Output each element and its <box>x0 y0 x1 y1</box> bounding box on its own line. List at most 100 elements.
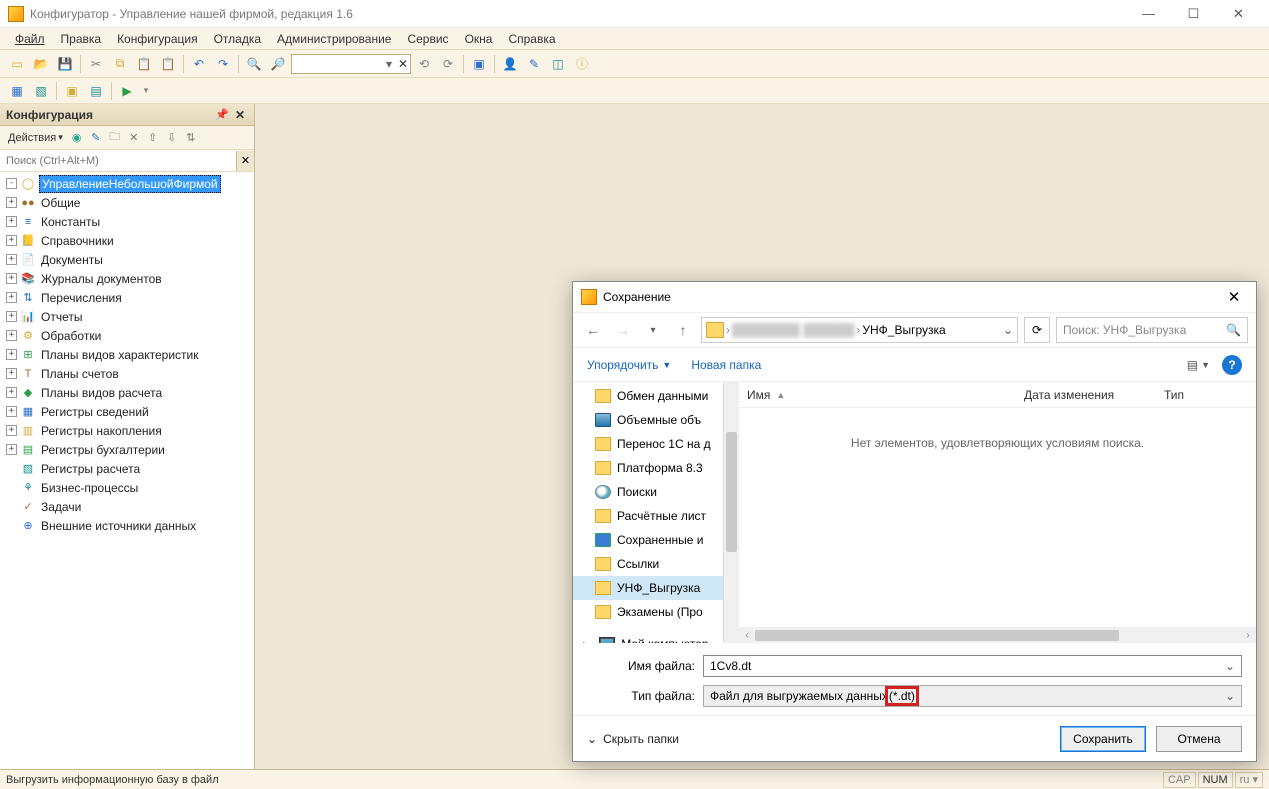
view-mode-dropdown[interactable]: ▤▼ <box>1187 358 1210 372</box>
tree-item[interactable]: ⚘Бизнес-процессы <box>0 478 254 497</box>
tree-scrollbar[interactable] <box>723 382 739 643</box>
new-file-icon[interactable]: ▭ <box>6 53 28 75</box>
panel-close-icon[interactable]: ✕ <box>232 108 248 122</box>
syntax-icon[interactable]: 👤 <box>499 53 521 75</box>
add-icon[interactable]: ◉ <box>68 129 86 147</box>
tree-item[interactable]: +▤Регистры бухгалтерии <box>0 440 254 459</box>
menu-windows[interactable]: Окна <box>458 30 500 48</box>
dialog-tree-item[interactable]: Поиски <box>573 480 723 504</box>
pin-icon[interactable]: 📌 <box>212 108 232 121</box>
organize-dropdown[interactable]: Упорядочить ▼ <box>587 358 671 372</box>
scroll-left-icon[interactable]: ‹ <box>739 630 755 641</box>
expand-icon[interactable]: + <box>6 425 17 436</box>
tree-item[interactable]: +⚙Обработки <box>0 326 254 345</box>
tree-item[interactable]: ▧Регистры расчета <box>0 459 254 478</box>
dialog-tree-item[interactable]: Объемные объ <box>573 408 723 432</box>
refresh-button[interactable]: ⟳ <box>1024 317 1050 343</box>
list-h-scrollbar[interactable]: ‹ › <box>739 627 1256 643</box>
open-icon[interactable]: 📂 <box>30 53 52 75</box>
chevron-right-icon[interactable]: › <box>856 323 860 337</box>
minimize-button[interactable]: — <box>1126 0 1171 28</box>
filename-dropdown-icon[interactable]: ⌄ <box>1225 659 1235 673</box>
help-icon[interactable]: ⓘ <box>571 53 593 75</box>
search-dropdown-icon[interactable]: ▾ <box>382 57 396 71</box>
expand-icon[interactable]: + <box>6 273 17 284</box>
nav-fwd-icon[interactable]: ⟳ <box>437 53 459 75</box>
tree-item[interactable]: ⊕Внешние источники данных <box>0 516 254 535</box>
expand-icon[interactable]: + <box>6 254 17 265</box>
tool-disk-icon[interactable]: ▣ <box>61 80 83 102</box>
menu-edit[interactable]: Правка <box>54 30 109 48</box>
tree-item[interactable]: +📄Документы <box>0 250 254 269</box>
chevron-right-icon[interactable]: › <box>726 323 730 337</box>
tree-item[interactable]: +▦Регистры сведений <box>0 402 254 421</box>
paste-icon[interactable]: 📋 <box>133 53 155 75</box>
dialog-tree-item[interactable]: Ссылки <box>573 552 723 576</box>
filename-input[interactable]: 1Cv8.dt ⌄ <box>703 655 1242 677</box>
tree-item[interactable]: +ТПланы счетов <box>0 364 254 383</box>
tree-item[interactable]: +◆Планы видов расчета <box>0 383 254 402</box>
column-date[interactable]: Дата изменения <box>1016 388 1156 402</box>
dialog-search-input[interactable]: Поиск: УНФ_Выгрузка 🔍 <box>1056 317 1248 343</box>
expand-icon[interactable]: + <box>6 406 17 417</box>
tree-item[interactable]: +📊Отчеты <box>0 307 254 326</box>
tool-db-icon[interactable]: ▦ <box>6 80 28 102</box>
dialog-tree-item[interactable]: Экзамены (Про <box>573 600 723 624</box>
expand-icon[interactable]: + <box>6 368 17 379</box>
dialog-folder-tree[interactable]: Обмен даннымиОбъемные объПеренос 1С на д… <box>573 382 723 643</box>
status-lang[interactable]: ru ▾ <box>1235 772 1263 788</box>
redo-icon[interactable]: ↷ <box>212 53 234 75</box>
expand-icon[interactable]: + <box>6 444 17 455</box>
down-icon[interactable]: ⇩ <box>163 129 181 147</box>
tool-cube-icon[interactable]: ▧ <box>30 80 52 102</box>
tree-item[interactable]: +📚Журналы документов <box>0 269 254 288</box>
tree-item[interactable]: +⊞Планы видов характеристик <box>0 345 254 364</box>
cancel-button[interactable]: Отмена <box>1156 726 1242 752</box>
tool-disk2-icon[interactable]: ▤ <box>85 80 107 102</box>
new-folder-button[interactable]: Новая папка <box>691 358 761 372</box>
del-icon[interactable]: 🗀 <box>106 129 124 147</box>
tree-item[interactable]: +⇅Перечисления <box>0 288 254 307</box>
scroll-right-icon[interactable]: › <box>1240 630 1256 641</box>
expand-icon[interactable]: + <box>6 216 17 227</box>
breadcrumb-current[interactable]: УНФ_Выгрузка <box>862 323 945 337</box>
run-icon[interactable]: ▶ <box>116 80 138 102</box>
dialog-help-button[interactable]: ? <box>1222 355 1242 375</box>
tree-search-input[interactable] <box>0 151 236 171</box>
save-button[interactable]: Сохранить <box>1060 726 1146 752</box>
menu-file[interactable]: Файл <box>8 30 52 48</box>
sort-icon[interactable]: ⇅ <box>182 129 200 147</box>
dialog-tree-my-computer[interactable]: ▸Мой компьютер ⌄ <box>573 632 723 643</box>
windows-icon[interactable]: ▣ <box>468 53 490 75</box>
breadcrumb-dropdown-icon[interactable]: ⌄ <box>1003 323 1013 337</box>
tree-root[interactable]: - ◯ УправлениеНебольшойФирмой <box>0 174 254 193</box>
breadcrumb[interactable]: › ████████ ██████ › УНФ_Выгрузка ⌄ <box>701 317 1018 343</box>
expand-icon[interactable]: + <box>6 349 17 360</box>
zoom-icon[interactable]: 🔎 <box>267 53 289 75</box>
nav-back-icon[interactable]: ⟲ <box>413 53 435 75</box>
dialog-tree-item[interactable]: Обмен данными <box>573 384 723 408</box>
tree-item[interactable]: +●●Общие <box>0 193 254 212</box>
x-icon[interactable]: ✕ <box>125 129 143 147</box>
toolbar-search[interactable]: ▾✕ <box>291 54 411 74</box>
hide-folders-toggle[interactable]: ⌄ Скрыть папки <box>587 732 679 746</box>
expand-icon[interactable]: + <box>6 330 17 341</box>
menu-debug[interactable]: Отладка <box>207 30 268 48</box>
tree-item[interactable]: ✓Задачи <box>0 497 254 516</box>
find-icon[interactable]: 🔍 <box>243 53 265 75</box>
menu-help[interactable]: Справка <box>501 30 562 48</box>
menu-service[interactable]: Сервис <box>400 30 455 48</box>
tree-search-clear-icon[interactable]: ✕ <box>236 151 254 171</box>
maximize-button[interactable]: ☐ <box>1171 0 1216 28</box>
dialog-tree-item[interactable]: Платформа 8.3 <box>573 456 723 480</box>
menu-config[interactable]: Конфигурация <box>110 30 205 48</box>
filetype-dropdown-icon[interactable]: ⌄ <box>1225 689 1235 703</box>
tree-item[interactable]: +≡Константы <box>0 212 254 231</box>
calendar-icon[interactable]: ◫ <box>547 53 569 75</box>
copy-icon[interactable]: ⧉ <box>109 53 131 75</box>
nav-history-dropdown[interactable]: ▾ <box>641 318 665 342</box>
expand-icon[interactable]: + <box>6 311 17 322</box>
breadcrumb-parent[interactable]: ████████ ██████ <box>732 323 854 337</box>
expand-icon[interactable]: - <box>6 178 17 189</box>
edit-icon[interactable]: ✎ <box>87 129 105 147</box>
